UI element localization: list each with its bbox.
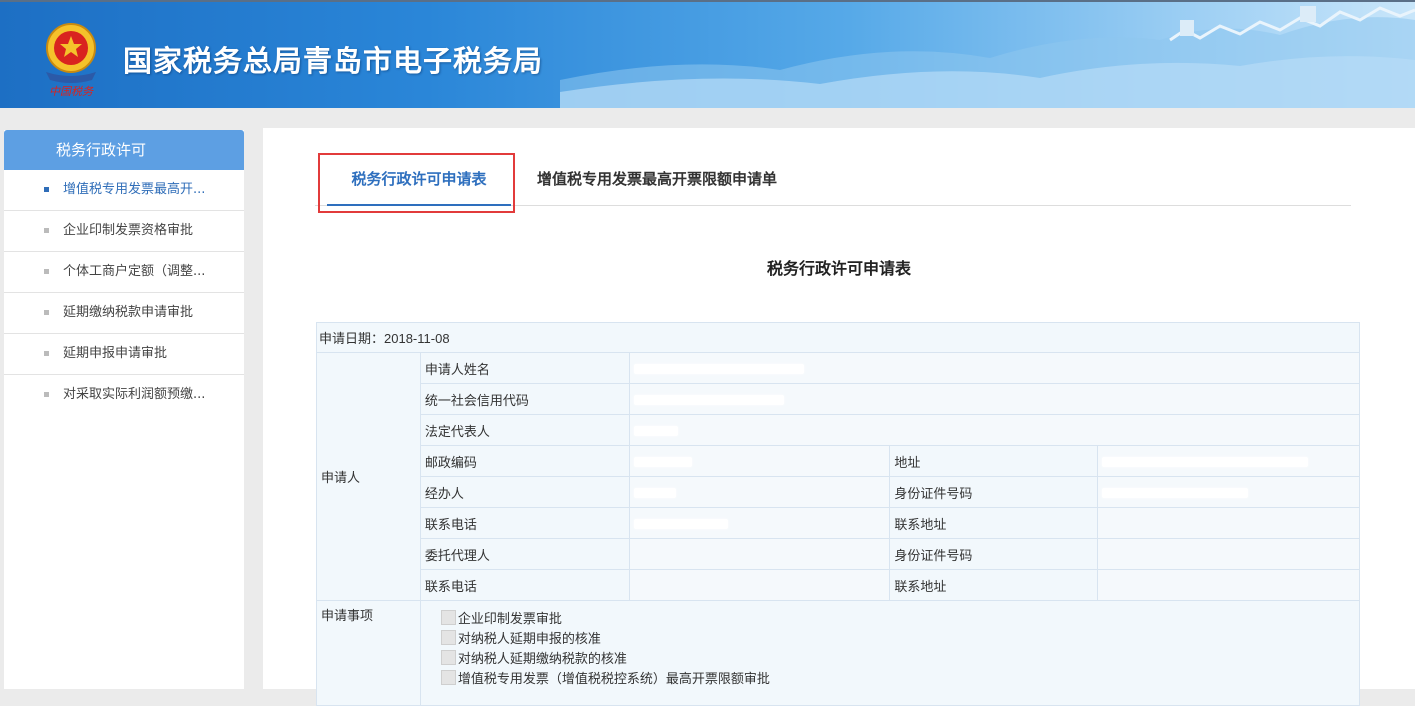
checkbox[interactable] [440, 650, 456, 665]
table-row: 申请事项 企业印制发票审批 对纳税人延期申报的核准 对纳税人延期缴纳税款的核准 … [316, 600, 1361, 706]
table-row: 申请日期：2018-11-08 [316, 322, 1360, 353]
redacted-value [633, 457, 692, 468]
address-value [1097, 445, 1360, 477]
redacted-value [633, 426, 678, 437]
bullet-icon [44, 228, 49, 233]
field-label-agent: 委托代理人 [419, 538, 630, 570]
tab-permit-application[interactable]: 税务行政许可申请表 [327, 153, 511, 206]
postcode-value [628, 445, 891, 477]
tab-label: 增值税专用发票最高开票限额申请单 [537, 170, 778, 188]
matter-option-vat-invoice-limit[interactable]: 增值税专用发票（增值税税控系统）最高开票限额审批 [440, 669, 1359, 689]
redacted-value [633, 364, 804, 375]
agent-value [628, 538, 891, 570]
sidebar-item-label: 增值税专用发票最高开... [63, 182, 206, 197]
tab-bar: 税务行政许可申请表 增值税专用发票最高开票限额申请单 [315, 153, 1351, 206]
phone-value [628, 507, 891, 539]
matter-option-label: 企业印制发票审批 [457, 611, 562, 626]
field-label-credit-code: 统一社会信用代码 [419, 383, 630, 415]
great-wall-scenery [560, 6, 1415, 108]
sidebar-title: 税务行政许可 [4, 130, 244, 170]
table-row: 经办人 身份证件号码 [317, 476, 1360, 508]
apply-date-value: 2018-11-08 [384, 331, 450, 346]
sidebar-item-individual-quota[interactable]: 个体工商户定额（调整... [4, 252, 244, 293]
table-row: 联系电话 联系地址 [317, 507, 1360, 539]
bullet-icon [44, 310, 49, 315]
bullet-icon [44, 269, 49, 274]
field-label-address: 地址 [889, 445, 1099, 477]
agent-contact-address-value [1097, 569, 1360, 601]
table-row: 统一社会信用代码 [317, 383, 1361, 415]
matter-label: 申请事项 [316, 600, 421, 706]
sidebar-item-vat-invoice-limit[interactable]: 增值税专用发票最高开... [4, 170, 244, 211]
field-label-contact-address: 联系地址 [889, 507, 1099, 539]
sidebar-item-deferred-filing[interactable]: 延期申报申请审批 [4, 334, 244, 375]
handler-value [628, 476, 891, 508]
matter-option-label: 对纳税人延期申报的核准 [457, 631, 601, 646]
tab-label: 税务行政许可申请表 [351, 170, 487, 188]
tax-emblem-logo: 中国税务 [46, 23, 96, 98]
matter-option-label: 对纳税人延期缴纳税款的核准 [457, 651, 627, 666]
table-row: 法定代表人 [317, 414, 1361, 446]
sidebar-item-label: 对采取实际利润额预缴... [63, 387, 206, 402]
sidebar-item-profit-prepayment[interactable]: 对采取实际利润额预缴... [4, 375, 244, 415]
table-row: 申请人 申请人姓名 [316, 352, 1361, 601]
field-label-legal-rep: 法定代表人 [419, 414, 630, 446]
field-label-agent-contact-address: 联系地址 [889, 569, 1099, 601]
field-label-agent-phone: 联系电话 [419, 569, 630, 601]
matter-options-cell: 企业印制发票审批 对纳税人延期申报的核准 对纳税人延期缴纳税款的核准 增值税专用… [419, 600, 1361, 706]
redacted-value [633, 519, 728, 530]
apply-date-cell: 申请日期：2018-11-08 [316, 322, 1360, 353]
agent-phone-value [628, 569, 891, 601]
sidebar-item-label: 个体工商户定额（调整... [63, 264, 206, 279]
id-number-value [1097, 476, 1360, 508]
checkbox[interactable] [440, 610, 456, 625]
sidebar-item-label: 延期缴纳税款申请审批 [63, 305, 194, 320]
checkbox[interactable] [440, 670, 456, 685]
contact-address-value [1097, 507, 1360, 539]
field-label-phone: 联系电话 [419, 507, 630, 539]
sidebar: 税务行政许可 增值税专用发票最高开... 企业印制发票资格审批 个体工商户定额（… [4, 130, 244, 689]
redacted-value [633, 395, 784, 406]
application-form-table: 申请日期：2018-11-08 申请人 申请人姓名 统一社会信用代码 法定代表人… [316, 322, 1361, 706]
field-label-postcode: 邮政编码 [419, 445, 630, 477]
matter-option-invoice-printing[interactable]: 企业印制发票审批 [440, 609, 1359, 629]
legal-rep-value [628, 414, 1361, 446]
table-row: 联系电话 联系地址 [317, 569, 1360, 601]
bullet-icon [44, 392, 49, 397]
sidebar-item-label: 企业印制发票资格审批 [63, 223, 194, 238]
bullet-icon [44, 351, 49, 356]
site-header: 中国税务 国家税务总局青岛市电子税务局 [0, 0, 1415, 108]
table-row: 邮政编码 地址 [317, 445, 1360, 477]
sidebar-item-invoice-printing[interactable]: 企业印制发票资格审批 [4, 211, 244, 252]
sidebar-item-label: 延期申报申请审批 [63, 346, 168, 361]
credit-code-value [628, 383, 1361, 415]
sidebar-item-deferred-payment[interactable]: 延期缴纳税款申请审批 [4, 293, 244, 334]
field-label-handler: 经办人 [419, 476, 630, 508]
table-row: 委托代理人 身份证件号码 [317, 538, 1360, 570]
applicant-label: 申请人 [316, 352, 421, 601]
tab-active-underline [327, 204, 511, 206]
redacted-value [633, 488, 676, 499]
redacted-value [1102, 457, 1309, 468]
form-title: 税务行政许可申请表 [766, 259, 911, 278]
field-label-name: 申请人姓名 [419, 352, 630, 384]
apply-date-label: 申请日期： [319, 331, 385, 346]
redacted-value [1102, 488, 1249, 499]
emblem-caption: 中国税务 [49, 85, 94, 98]
agent-id-number-value [1097, 538, 1360, 570]
checkbox[interactable] [440, 630, 456, 645]
field-label-id-number: 身份证件号码 [889, 476, 1099, 508]
matter-option-label: 增值税专用发票（增值税税控系统）最高开票限额审批 [457, 671, 770, 686]
applicant-name-value [628, 352, 1361, 384]
matter-option-deferred-payment[interactable]: 对纳税人延期缴纳税款的核准 [440, 649, 1359, 669]
field-label-agent-id-number: 身份证件号码 [889, 538, 1099, 570]
matter-option-deferred-filing[interactable]: 对纳税人延期申报的核准 [440, 629, 1359, 649]
tab-vat-limit-application[interactable]: 增值税专用发票最高开票限额申请单 [537, 153, 777, 205]
bullet-icon [44, 187, 49, 192]
site-title: 国家税务总局青岛市电子税务局 [123, 44, 544, 78]
matter-checkbox-list: 企业印制发票审批 对纳税人延期申报的核准 对纳税人延期缴纳税款的核准 增值税专用… [421, 605, 1359, 689]
